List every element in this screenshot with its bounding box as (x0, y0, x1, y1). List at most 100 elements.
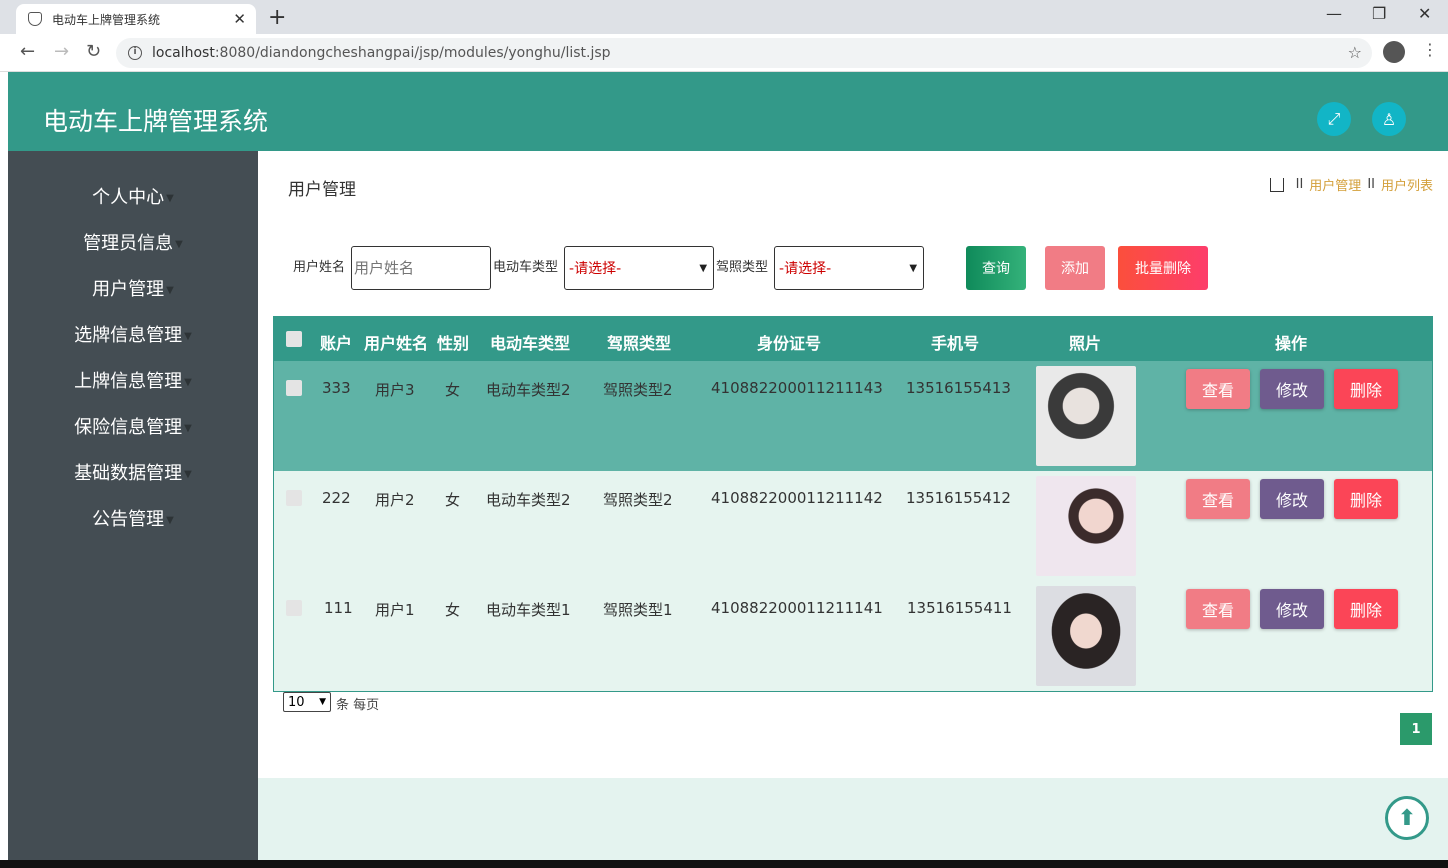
breadcrumb-separator: II (1295, 177, 1304, 192)
breadcrumb-user-list[interactable]: 用户列表 (1381, 175, 1433, 194)
sidebar-item-plate-registration[interactable]: 上牌信息管理 ▼ (8, 367, 258, 393)
sidebar-item-label: 用户管理 (92, 279, 165, 300)
license-type-label: 驾照类型 (716, 259, 769, 275)
page-size-select[interactable]: 10 ▼ (283, 692, 331, 712)
taskbar (0, 860, 1448, 868)
forward-icon[interactable]: → (54, 41, 69, 62)
per-page-label: 条 每页 (336, 698, 380, 713)
close-window-icon[interactable]: ✕ (1418, 4, 1431, 23)
browser-tab-title: 电动车上牌管理系统 (52, 12, 161, 27)
user-icon[interactable]: ♙ (1372, 102, 1406, 136)
user-photo (1036, 476, 1136, 576)
cell-license-type: 驾照类型2 (603, 381, 673, 399)
caret-down-icon: ▼ (184, 330, 192, 342)
cell-id-number: 410882200011211141 (711, 599, 883, 617)
edit-button[interactable]: 修改 (1260, 589, 1324, 629)
breadcrumb: II 用户管理 II 用户列表 (1269, 175, 1433, 194)
sidebar: 个人中心 ▼ 管理员信息 ▼ 用户管理 ▼ 选牌信息管理 ▼ 上牌信息管理 ▼ 保险信息管… (8, 151, 258, 868)
home-icon[interactable] (1269, 177, 1284, 192)
row-checkbox[interactable] (286, 600, 302, 616)
cell-phone: 13516155411 (907, 599, 1012, 617)
back-to-top-icon[interactable]: ⬆ (1385, 796, 1429, 840)
chevron-down-icon: ▼ (319, 697, 326, 707)
sidebar-item-user-management[interactable]: 用户管理 ▼ (8, 275, 258, 301)
cell-account: 111 (324, 599, 353, 617)
fullscreen-icon[interactable]: ⤢ (1317, 102, 1351, 136)
sidebar-item-label: 上牌信息管理 (74, 371, 183, 392)
col-gender: 性别 (437, 334, 470, 353)
cell-gender: 女 (445, 381, 461, 399)
query-button[interactable]: 查询 (966, 246, 1027, 290)
cell-license-type: 驾照类型2 (603, 491, 673, 509)
sidebar-item-personal-center[interactable]: 个人中心 ▼ (8, 183, 258, 209)
close-tab-icon[interactable]: ✕ (233, 10, 246, 28)
row-checkbox[interactable] (286, 490, 302, 506)
search-form: 用户姓名 电动车类型 -请选择- ▼ 驾照类型 -请选择- ▼ 查询 添加 批量删除 (293, 246, 1209, 290)
delete-button[interactable]: 删除 (1334, 589, 1398, 629)
caret-down-icon: ▼ (166, 192, 174, 204)
sidebar-item-plate-selection[interactable]: 选牌信息管理 ▼ (8, 321, 258, 347)
vehicle-type-value: -请选择- (569, 261, 622, 277)
cell-phone: 13516155413 (906, 379, 1011, 397)
sidebar-item-label: 公告管理 (92, 509, 165, 530)
system-title: 电动车上牌管理系统 (43, 107, 269, 136)
vehicle-type-select[interactable]: -请选择- ▼ (564, 246, 715, 290)
col-phone: 手机号 (931, 334, 980, 353)
view-button[interactable]: 查看 (1186, 479, 1250, 519)
row-checkbox[interactable] (286, 380, 302, 396)
page-title: 用户管理 (288, 180, 356, 200)
sidebar-item-base-data[interactable]: 基础数据管理 ▼ (8, 459, 258, 485)
sidebar-item-admin-info[interactable]: 管理员信息 ▼ (8, 229, 258, 255)
breadcrumb-user-management[interactable]: 用户管理 (1309, 175, 1361, 194)
minimize-icon[interactable]: — (1326, 4, 1342, 23)
caret-down-icon: ▼ (166, 514, 174, 526)
table-row[interactable]: 222 用户2 女 电动车类型2 驾照类型2 41088220001121114… (274, 471, 1432, 581)
info-icon[interactable]: i (128, 46, 142, 60)
chevron-down-icon: ▼ (699, 262, 708, 274)
cell-name: 用户3 (375, 381, 415, 399)
url-path: :8080/diandongcheshangpai/jsp/modules/yo… (214, 45, 611, 61)
view-button[interactable]: 查看 (1186, 589, 1250, 629)
delete-button[interactable]: 删除 (1334, 479, 1398, 519)
new-tab-icon[interactable]: + (268, 5, 286, 30)
page-button-current[interactable]: 1 (1400, 713, 1432, 745)
account-icon[interactable] (1383, 41, 1405, 63)
license-type-select[interactable]: -请选择- ▼ (774, 246, 925, 290)
caret-down-icon: ▼ (184, 376, 192, 388)
sidebar-item-insurance[interactable]: 保险信息管理 ▼ (8, 413, 258, 439)
batch-delete-button[interactable]: 批量删除 (1118, 246, 1209, 290)
cell-name: 用户1 (375, 601, 415, 619)
col-photo: 照片 (1069, 334, 1102, 353)
cell-account: 222 (322, 489, 351, 507)
name-search-input[interactable] (351, 246, 492, 290)
add-button[interactable]: 添加 (1045, 246, 1106, 290)
reload-icon[interactable]: ↻ (86, 41, 101, 62)
cell-id-number: 410882200011211143 (711, 379, 883, 397)
breadcrumb-separator: II (1367, 177, 1375, 192)
user-table: 账户 用户姓名 性别 电动车类型 驾照类型 身份证号 手机号 照片 操作 333… (273, 316, 1433, 692)
bookmark-star-icon[interactable]: ☆ (1348, 43, 1362, 62)
sidebar-item-label: 管理员信息 (83, 233, 174, 254)
browser-menu-icon[interactable]: ⋮ (1422, 40, 1438, 59)
edit-button[interactable]: 修改 (1260, 479, 1324, 519)
select-all-checkbox[interactable] (286, 331, 302, 347)
back-icon[interactable]: ← (20, 41, 35, 62)
delete-button[interactable]: 删除 (1334, 369, 1398, 409)
sidebar-item-announcements[interactable]: 公告管理 ▼ (8, 505, 258, 531)
edit-button[interactable]: 修改 (1260, 369, 1324, 409)
sidebar-item-label: 基础数据管理 (74, 463, 183, 484)
main-content: 用户管理 II 用户管理 II 用户列表 用户姓名 电动车类型 -请选择- ▼ 驾… (258, 151, 1448, 778)
browser-tab[interactable]: 电动车上牌管理系统 ✕ (16, 4, 256, 34)
col-vehicle-type: 电动车类型 (490, 334, 571, 353)
cell-account: 333 (322, 379, 351, 397)
cell-license-type: 驾照类型1 (603, 601, 673, 619)
url-bar[interactable]: i localhost:8080/diandongcheshangpai/jsp… (116, 38, 1372, 68)
restore-icon[interactable]: ❐ (1372, 4, 1386, 23)
cell-gender: 女 (445, 601, 461, 619)
cell-phone: 13516155412 (906, 489, 1011, 507)
table-row[interactable]: 333 用户3 女 电动车类型2 驾照类型2 41088220001121114… (274, 361, 1432, 471)
app: 电动车上牌管理系统 ⤢ ♙ 个人中心 ▼ 管理员信息 ▼ 用户管理 ▼ 选牌信息管理 ▼… (8, 72, 1448, 868)
table-row[interactable]: 111 用户1 女 电动车类型1 驾照类型1 41088220001121114… (274, 581, 1432, 691)
vehicle-type-label: 电动车类型 (493, 259, 559, 275)
view-button[interactable]: 查看 (1186, 369, 1250, 409)
